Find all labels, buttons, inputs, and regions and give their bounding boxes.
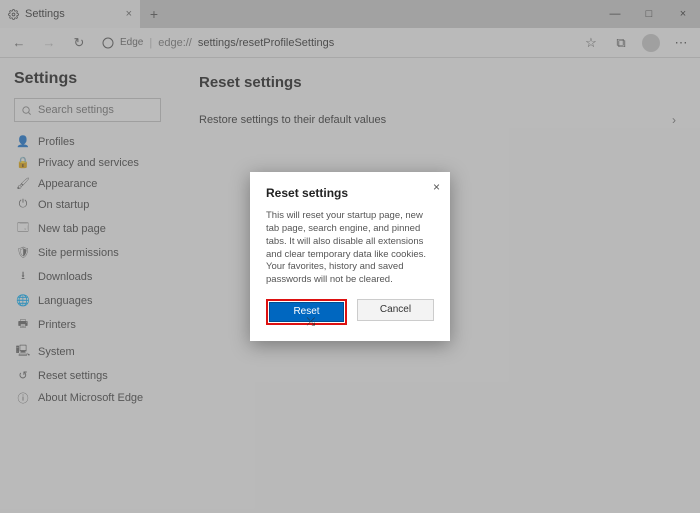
dialog-body: This will reset your startup page, new t… (266, 210, 434, 287)
cancel-button-label: Cancel (380, 304, 411, 315)
dialog-close-button[interactable]: × (433, 180, 440, 194)
reset-button-highlight: Reset ⤰ (266, 299, 347, 325)
cancel-button[interactable]: Cancel (357, 299, 434, 321)
reset-button[interactable]: Reset ⤰ (269, 302, 344, 322)
dialog-actions: Reset ⤰ Cancel (266, 299, 434, 325)
modal-overlay: × Reset settings This will reset your st… (0, 0, 700, 513)
cursor-icon: ⤰ (307, 316, 316, 329)
dialog-title: Reset settings (266, 186, 434, 200)
reset-dialog: × Reset settings This will reset your st… (250, 172, 450, 341)
